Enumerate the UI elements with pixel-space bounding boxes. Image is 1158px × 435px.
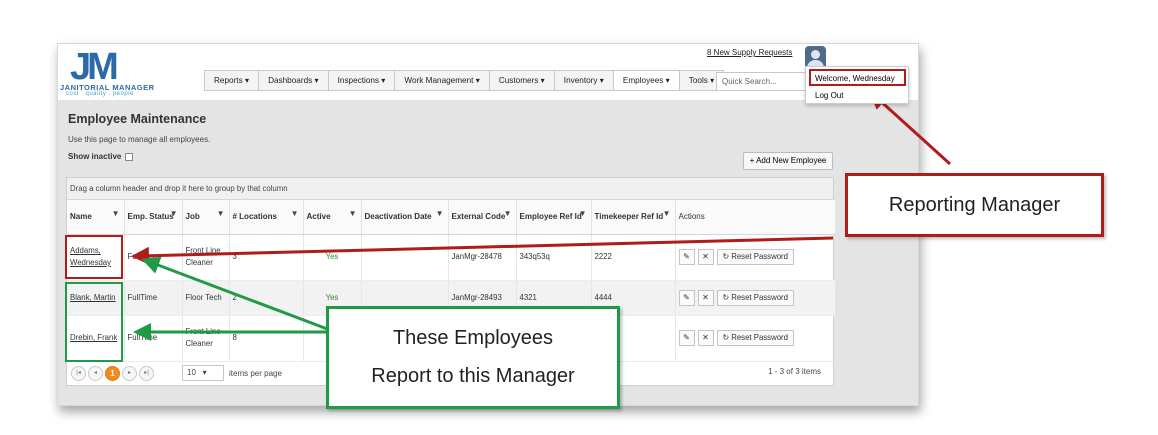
cell-actions: ✎ ✕ ↻ Reset Password: [675, 234, 836, 281]
show-inactive-label: Show inactive: [68, 152, 122, 161]
close-icon[interactable]: ✕: [697, 289, 714, 306]
prev-page-button[interactable]: ◂: [88, 365, 103, 381]
cell-locations: 2: [229, 280, 304, 316]
col-header-active[interactable]: Active ▼: [303, 200, 362, 235]
filter-icon[interactable]: ▼: [663, 208, 671, 219]
show-inactive-checkbox[interactable]: [125, 152, 134, 161]
close-icon[interactable]: ✕: [697, 330, 714, 346]
cell-actions: ✎ ✕ ↻ Reset Password: [675, 280, 836, 316]
main-nav: Reports ▾ Dashboards ▾ Inspections ▾ Wor…: [204, 70, 725, 91]
col-header-timekeeper-ref-id[interactable]: Timekeeper Ref Id ▼: [591, 200, 676, 235]
cell-job: Front Line Cleaner: [182, 315, 230, 362]
cell-emp-ref: 343q53q: [516, 234, 592, 281]
supply-requests-link[interactable]: 8 New Supply Requests: [707, 48, 792, 57]
pencil-icon[interactable]: ✎: [678, 249, 695, 265]
cell-job: Front Line Cleaner: [182, 234, 230, 281]
cell-locations: 8: [229, 315, 304, 362]
reporting-manager-callout: Reporting Manager: [845, 173, 1104, 237]
current-page-button[interactable]: 1: [105, 365, 120, 381]
cell-active: Yes: [303, 234, 362, 281]
col-header-actions: Actions: [675, 200, 836, 235]
reset-password-button[interactable]: ↻ Reset Password: [716, 289, 794, 306]
nav-work-management[interactable]: Work Management ▾: [395, 71, 490, 90]
filter-icon[interactable]: ▼: [291, 208, 299, 219]
filter-icon[interactable]: ▼: [504, 208, 512, 219]
nav-customers[interactable]: Customers ▾: [490, 71, 555, 90]
group-by-bar[interactable]: Drag a column header and drop it here to…: [67, 178, 833, 200]
nav-inventory[interactable]: Inventory ▾: [555, 71, 614, 90]
employees-callout-line-2: Report to this Manager: [371, 365, 575, 387]
first-page-button[interactable]: |◂: [71, 365, 86, 381]
cell-status: FullTime: [124, 315, 183, 362]
items-per-page-label: items per page: [229, 368, 282, 378]
pencil-icon[interactable]: ✎: [678, 289, 695, 306]
cell-job: Floor Tech: [182, 280, 230, 316]
nav-inspections[interactable]: Inspections ▾: [329, 71, 396, 90]
quick-search-input[interactable]: Quick Search...: [716, 72, 806, 91]
logo[interactable]: JM JANITORIAL MANAGER cost . quality . p…: [60, 46, 155, 100]
col-header-emp-status[interactable]: Emp. Status ▼: [124, 200, 183, 235]
cell-actions: ✎ ✕ ↻ Reset Password: [675, 315, 836, 362]
cell-deactivation: [361, 234, 449, 281]
refresh-icon: ↻: [722, 252, 732, 261]
refresh-icon: ↻: [722, 292, 732, 302]
cell-locations: 3: [229, 234, 304, 281]
logo-tagline: cost . quality . people: [66, 91, 134, 97]
page-title: Employee Maintenance: [68, 112, 207, 126]
filter-icon[interactable]: ▼: [579, 208, 587, 219]
cell-timekeeper: 2222: [591, 234, 676, 281]
refresh-icon: ↻: [722, 333, 732, 342]
col-header-deactivation-date[interactable]: Deactivation Date ▼: [361, 200, 449, 235]
cell-external-code: JanMgr-28478: [448, 234, 517, 281]
last-page-button[interactable]: ▸|: [139, 365, 154, 381]
nav-dashboards[interactable]: Dashboards ▾: [259, 71, 329, 90]
filter-icon[interactable]: ▼: [170, 208, 178, 219]
items-per-page-select[interactable]: 10 ▾: [182, 365, 224, 381]
employees-highlight-box: [65, 282, 123, 362]
nav-reports[interactable]: Reports ▾: [205, 71, 260, 90]
nav-employees[interactable]: Employees ▾: [613, 71, 680, 90]
close-icon[interactable]: ✕: [697, 249, 714, 265]
items-count: 1 - 3 of 3 items: [768, 367, 821, 376]
pencil-icon[interactable]: ✎: [678, 330, 695, 346]
filter-icon[interactable]: ▼: [112, 208, 120, 219]
header-row: Name ▼ Emp. Status ▼ Job ▼ # Locations ▼ Act…: [67, 200, 836, 235]
add-new-employee-button[interactable]: + Add New Employee: [743, 152, 833, 170]
cell-status: FullTime: [124, 280, 183, 316]
col-header-name[interactable]: Name ▼: [67, 200, 125, 235]
filter-icon[interactable]: ▼: [436, 208, 444, 219]
employees-callout: These Employees Report to this Manager: [326, 306, 620, 409]
filter-icon[interactable]: ▼: [349, 208, 357, 219]
col-header-external-code[interactable]: External Code ▼: [448, 200, 517, 235]
col-header-employee-ref-id[interactable]: Employee Ref Id ▼: [516, 200, 592, 235]
manager-highlight-box: [65, 235, 123, 279]
filter-icon[interactable]: ▼: [217, 208, 225, 219]
col-header-locations[interactable]: # Locations ▼: [229, 200, 304, 235]
employees-callout-line-1: These Employees: [392, 327, 554, 349]
welcome-menu-item[interactable]: Welcome, Wednesday: [809, 69, 906, 86]
table-row: Addams, Wednesday FullTime Front Line Cl…: [67, 234, 836, 281]
page-description: Use this page to manage all employees.: [68, 135, 211, 144]
logout-menu-item[interactable]: Log Out: [815, 91, 843, 100]
user-menu-dropdown: Welcome, Wednesday Log Out: [805, 66, 909, 104]
chevron-down-icon: ▾: [202, 368, 207, 377]
show-inactive-toggle[interactable]: Show inactive: [68, 152, 134, 161]
next-page-button[interactable]: ▸: [122, 365, 137, 381]
reset-password-button[interactable]: ↻ Reset Password: [716, 249, 794, 265]
cell-status: FullTime: [124, 234, 183, 281]
reset-password-button[interactable]: ↻ Reset Password: [716, 330, 794, 346]
col-header-job[interactable]: Job ▼: [182, 200, 230, 235]
